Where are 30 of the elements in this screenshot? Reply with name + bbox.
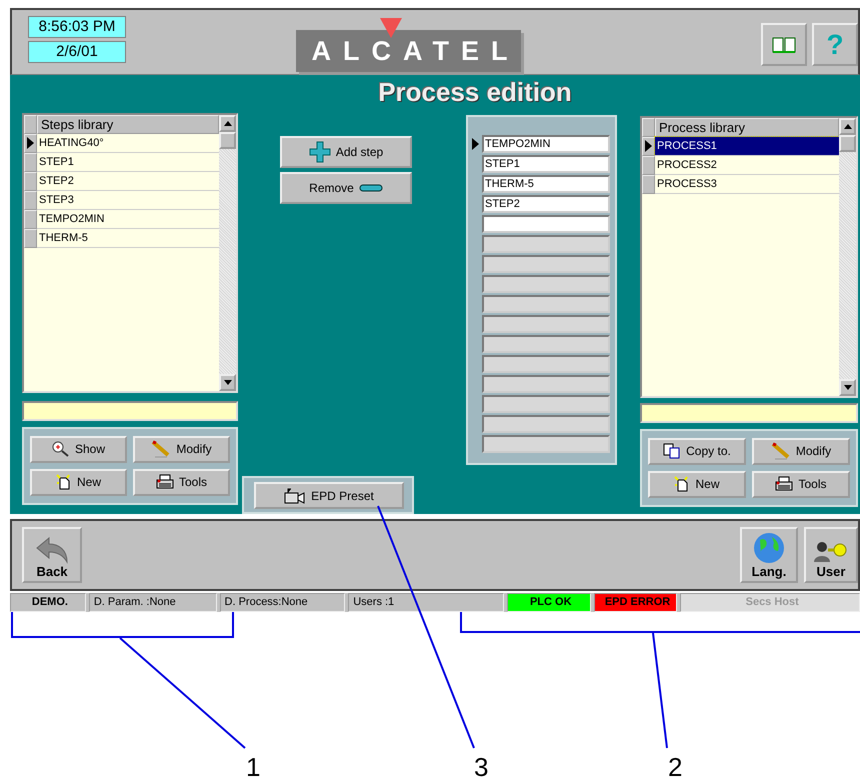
action-button[interactable]: Show [30,436,127,463]
date-display: 2/6/01 [28,41,126,63]
status-field: Users :1 [348,593,504,612]
action-button[interactable]: Tools [133,468,230,496]
add-step-button[interactable]: Add step [280,136,412,168]
callout-number: 1 [246,752,260,782]
column-header: Steps library [37,114,219,134]
remove-button[interactable]: Remove [280,172,412,204]
page-title: Process edition [378,76,572,108]
column-header: Process library [655,118,839,137]
user-button[interactable]: User [804,527,858,584]
callout-number: 2 [668,752,682,782]
action-button[interactable]: Modify [752,438,850,465]
action-button[interactable]: New [648,470,746,498]
time-display: 8:56:03 PM [28,16,126,38]
callout-number: 3 [474,752,488,782]
status-field: PLC OK [506,593,591,612]
status-field: Secs Host [680,593,860,612]
action-button[interactable]: Copy to. [648,438,746,465]
action-button[interactable]: Modify [133,436,230,463]
lang-button[interactable]: Lang. [740,527,798,584]
action-button[interactable]: Tools [752,470,850,498]
status-field: EPD ERROR [594,593,678,612]
back-button[interactable]: Back [22,527,82,584]
status-field: D. Process:None [220,593,346,612]
status-field: D. Param. :None [88,593,217,612]
action-button[interactable]: New [30,468,127,496]
list-row[interactable]: PROCESS1 [655,136,839,156]
epd-preset-button[interactable]: EPD Preset [254,482,404,510]
status-field: DEMO. [10,593,86,612]
